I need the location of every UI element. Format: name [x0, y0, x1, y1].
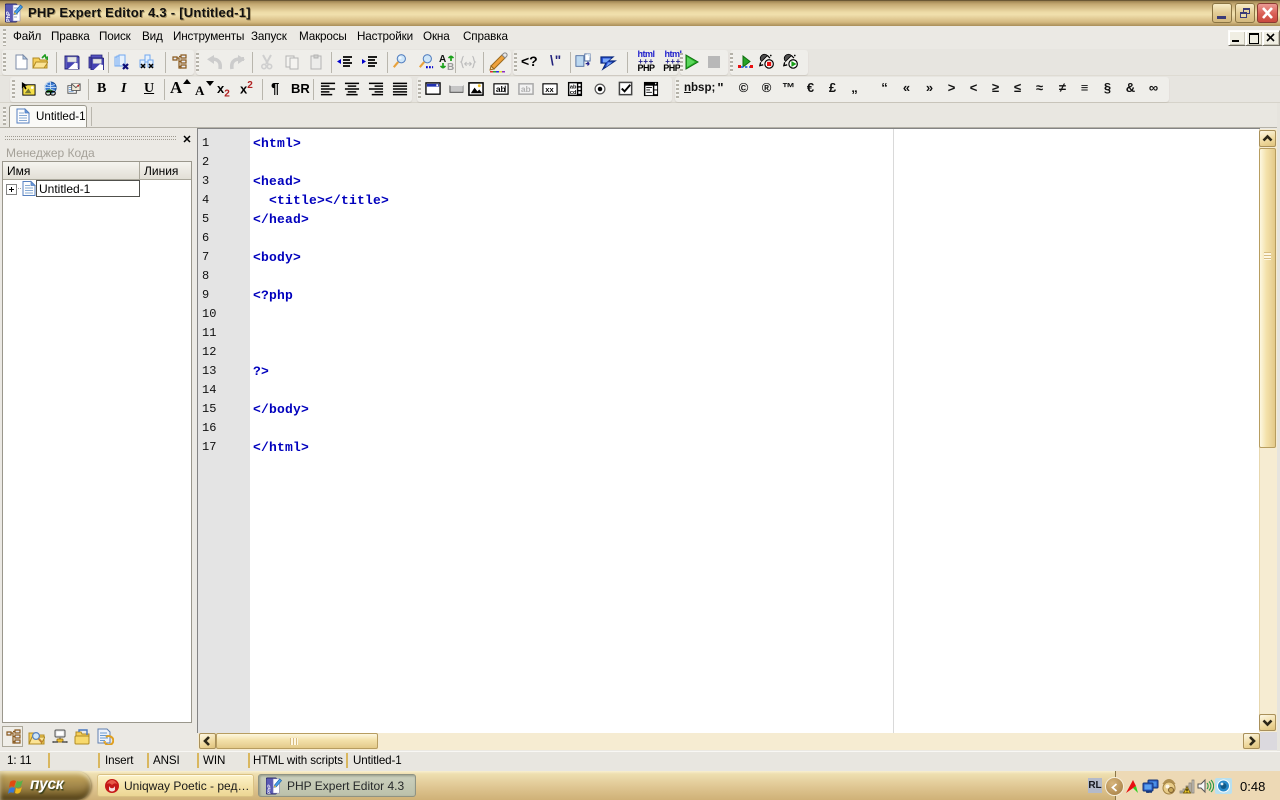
svg-text:B: B	[447, 62, 454, 71]
svg-text:ab: ab	[521, 84, 531, 94]
svg-text:cd: cd	[570, 90, 577, 96]
svg-text:ab: ab	[496, 84, 506, 94]
svg-text:PhP: PhP	[6, 11, 12, 22]
svg-text:xx: xx	[545, 85, 554, 94]
svg-text:PhP: PhP	[266, 784, 272, 794]
